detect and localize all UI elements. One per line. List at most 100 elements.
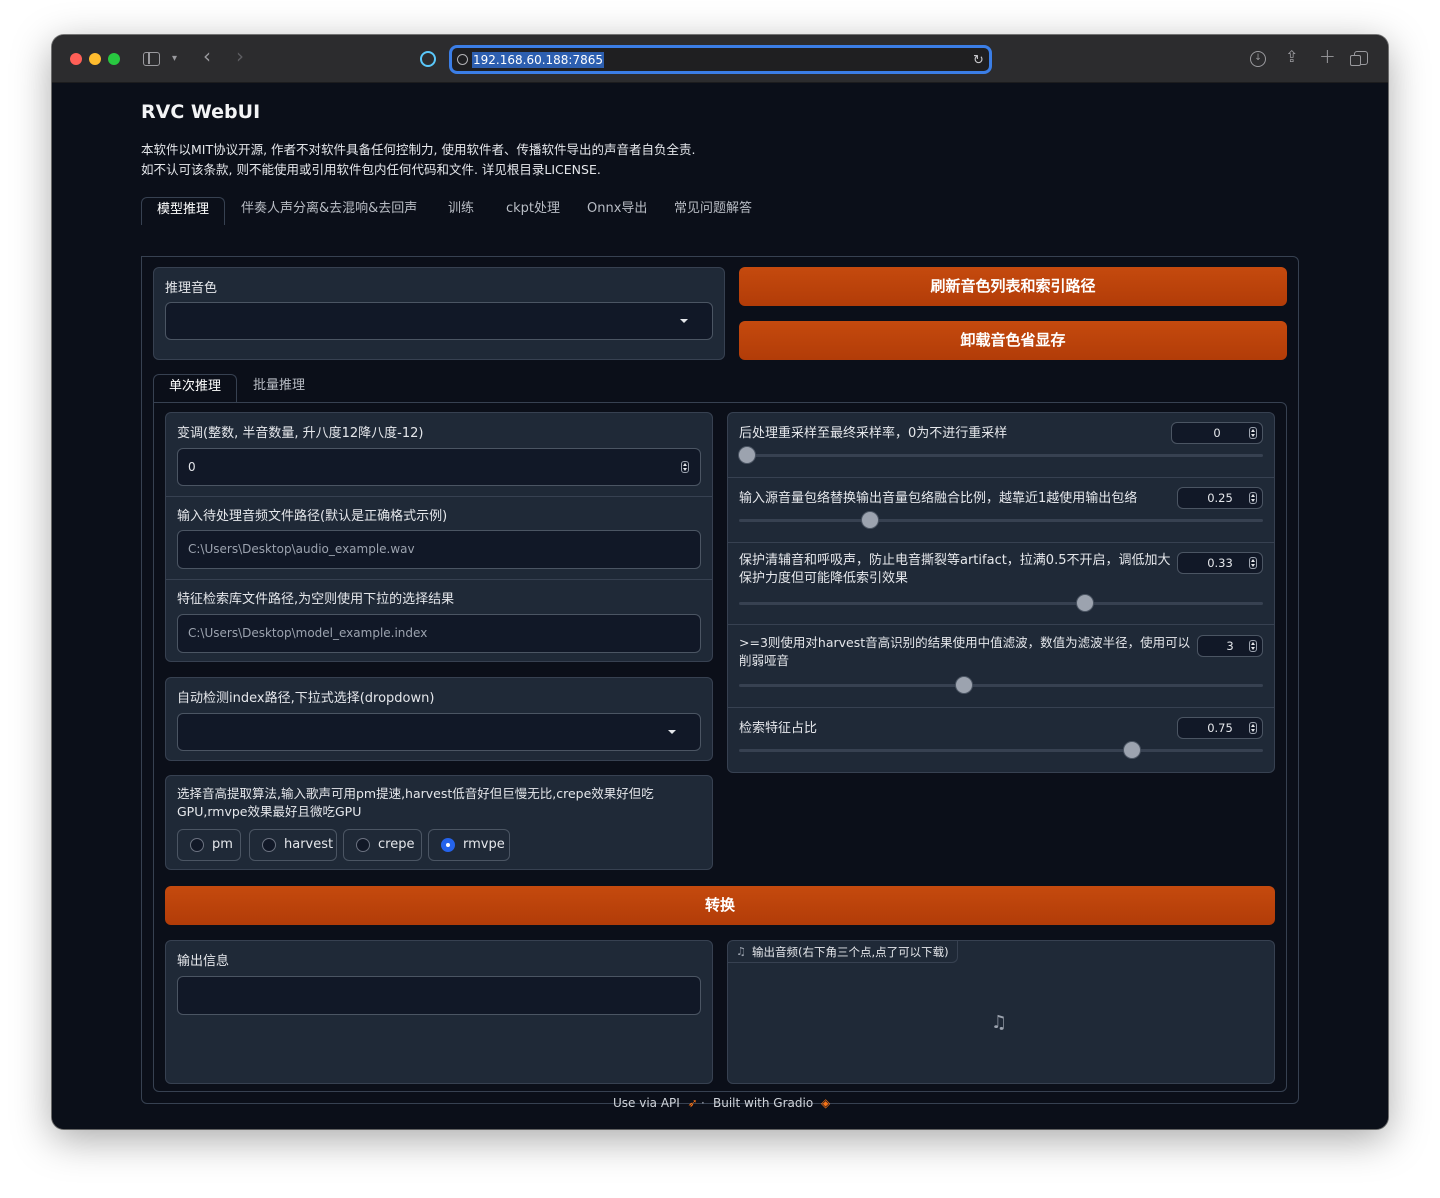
spinner-icon[interactable]: [1249, 427, 1257, 439]
chevron-down-icon[interactable]: ▾: [172, 49, 177, 69]
protect-value: 0.33: [1207, 556, 1233, 570]
auto-index-dropdown[interactable]: [177, 713, 701, 751]
footer-separator: ·: [701, 1096, 705, 1110]
slider-thumb[interactable]: [739, 447, 755, 463]
unload-voice-button[interactable]: 卸载音色省显存: [739, 321, 1287, 360]
inference-params-group: 变调(整数, 半音数量, 升八度12降八度-12) 0 输入待处理音频文件路径(…: [165, 412, 713, 662]
convert-button[interactable]: 转换: [165, 886, 1275, 925]
spinner-icon[interactable]: [1249, 557, 1257, 569]
spinner-icon[interactable]: [681, 461, 689, 473]
use-via-api-text: Use via API: [613, 1096, 680, 1110]
rocket-icon: ➶: [688, 1096, 698, 1110]
voice-selector-block: 推理音色: [153, 267, 725, 360]
license-line-1: 本软件以MIT协议开源, 作者不对软件具备任何控制力, 使用软件者、传播软件导出…: [141, 140, 695, 160]
radio-rmvpe[interactable]: rmvpe: [428, 829, 510, 861]
protect-label-line-2: 保护力度但可能降低索引效果: [739, 570, 1170, 588]
output-audio-label: 输出音频(右下角三个点,点了可以下载): [752, 945, 949, 959]
rms-mix-label: 输入源音量包络替换输出音量包络融合比例，越靠近1越使用输出包络: [739, 487, 1137, 506]
radio-label: harvest: [284, 837, 333, 852]
use-via-api-link[interactable]: Use via API ➶: [613, 1096, 698, 1110]
group-divider: [166, 579, 712, 580]
license-description: 本软件以MIT协议开源, 作者不对软件具备任何控制力, 使用软件者、传播软件导出…: [141, 140, 695, 180]
forward-icon[interactable]: ›: [236, 46, 244, 66]
caret-down-icon: [668, 730, 676, 734]
protect-number[interactable]: 0.33: [1177, 552, 1263, 574]
rms-mix-number[interactable]: 0.25: [1177, 487, 1263, 509]
minimize-window-button[interactable]: [89, 53, 101, 65]
tab-vocal-separation[interactable]: 伴奏人声分离&去混响&去回声: [226, 197, 432, 225]
index-path-label: 特征检索库文件路径,为空则使用下拉的选择结果: [177, 588, 454, 607]
tab-ckpt-processing[interactable]: ckpt处理: [491, 197, 575, 225]
transpose-value: 0: [188, 460, 196, 474]
close-window-button[interactable]: [70, 53, 82, 65]
radio-crepe[interactable]: crepe: [343, 829, 422, 861]
refresh-voice-list-button[interactable]: 刷新音色列表和索引路径: [739, 267, 1287, 306]
voice-dropdown[interactable]: [165, 302, 713, 340]
filter-radius-label: >=3则使用对harvest音高识别的结果使用中值滤波，数值为滤波半径，使用可以…: [739, 634, 1190, 670]
transpose-input[interactable]: 0: [177, 448, 701, 486]
output-info-textbox[interactable]: [177, 976, 701, 1015]
index-rate-slider[interactable]: [739, 749, 1263, 752]
tabs-overview-icon[interactable]: [1354, 51, 1368, 65]
resample-number[interactable]: 0: [1171, 422, 1263, 444]
audio-path-placeholder: C:\Users\Desktop\audio_example.wav: [188, 542, 415, 556]
sidebar-icon[interactable]: [143, 52, 160, 66]
radio-label: crepe: [378, 837, 414, 852]
slider-thumb[interactable]: [1077, 595, 1093, 611]
maximize-window-button[interactable]: [108, 53, 120, 65]
radio-pm[interactable]: pm: [177, 829, 241, 861]
built-with-gradio-link[interactable]: Built with Gradio ◈: [713, 1096, 830, 1110]
radio-label: pm: [212, 837, 233, 852]
group-divider: [728, 624, 1274, 625]
spinner-icon[interactable]: [1249, 640, 1257, 652]
spinner-icon[interactable]: [1249, 492, 1257, 504]
audio-path-input[interactable]: C:\Users\Desktop\audio_example.wav: [177, 530, 701, 569]
new-tab-icon[interactable]: +: [1319, 46, 1336, 66]
browser-window: ▾ ‹ › 192.168.60.188:7865 ↻ ↓ ⇪ + RVC We…: [52, 35, 1388, 1129]
filter-radius-number[interactable]: 3: [1197, 635, 1263, 657]
index-path-input[interactable]: C:\Users\Desktop\model_example.index: [177, 614, 701, 653]
voice-label: 推理音色: [165, 277, 217, 296]
address-bar[interactable]: 192.168.60.188:7865 ↻: [449, 45, 992, 74]
f0-method-label-line-2: GPU,rmvpe效果最好且微吃GPU: [177, 803, 654, 821]
radio-harvest[interactable]: harvest: [249, 829, 337, 861]
tab-single-inference[interactable]: 单次推理: [153, 374, 237, 402]
radio-label: rmvpe: [463, 837, 505, 852]
index-rate-value: 0.75: [1207, 721, 1233, 735]
group-divider: [728, 542, 1274, 543]
share-icon[interactable]: ⇪: [1285, 47, 1298, 67]
protect-slider[interactable]: [739, 602, 1263, 605]
music-note-icon: ♫: [736, 941, 746, 963]
audio-placeholder-icon: ♫: [991, 1012, 1007, 1033]
slider-thumb[interactable]: [1124, 742, 1140, 758]
browser-toolbar: ▾ ‹ › 192.168.60.188:7865 ↻ ↓ ⇪ +: [52, 35, 1388, 83]
index-rate-number[interactable]: 0.75: [1177, 717, 1263, 739]
tab-faq[interactable]: 常见问题解答: [659, 197, 767, 225]
resample-label: 后处理重采样至最终采样率，0为不进行重采样: [739, 422, 1007, 441]
radio-circle: [441, 838, 455, 852]
resample-slider[interactable]: [739, 454, 1263, 457]
built-with-gradio-text: Built with Gradio: [713, 1096, 813, 1110]
filter-radius-label-line-1: >=3则使用对harvest音高识别的结果使用中值滤波，数值为滤波半径，使用可以: [739, 634, 1190, 652]
filter-radius-slider[interactable]: [739, 684, 1263, 687]
reload-icon[interactable]: ↻: [973, 51, 984, 71]
privacy-shield-icon[interactable]: [420, 51, 436, 67]
download-icon[interactable]: ↓: [1250, 51, 1266, 67]
page-title: RVC WebUI: [141, 101, 260, 123]
license-line-2: 如不认可该条款, 则不能使用或引用软件包内任何代码和文件. 详见根目录LICEN…: [141, 160, 695, 180]
transpose-label: 变调(整数, 半音数量, 升八度12降八度-12): [177, 422, 423, 441]
slider-thumb[interactable]: [956, 677, 972, 693]
spinner-icon[interactable]: [1249, 722, 1257, 734]
tab-batch-inference[interactable]: 批量推理: [238, 374, 320, 402]
back-icon[interactable]: ‹: [203, 46, 211, 66]
protect-label-line-1: 保护清辅音和呼吸声，防止电音撕裂等artifact，拉满0.5不开启，调低加大: [739, 552, 1170, 570]
tab-training[interactable]: 训练: [433, 197, 489, 225]
url-text[interactable]: 192.168.60.188:7865: [472, 52, 604, 68]
tab-model-inference[interactable]: 模型推理: [141, 197, 225, 225]
rms-mix-slider[interactable]: [739, 519, 1263, 522]
f0-method-label: 选择音高提取算法,输入歌声可用pm提速,harvest低音好但巨慢无比,crep…: [177, 785, 654, 821]
group-divider: [166, 496, 712, 497]
slider-thumb[interactable]: [862, 512, 878, 528]
tab-onnx-export[interactable]: Onnx导出: [572, 197, 662, 225]
output-info-label: 输出信息: [177, 950, 229, 969]
